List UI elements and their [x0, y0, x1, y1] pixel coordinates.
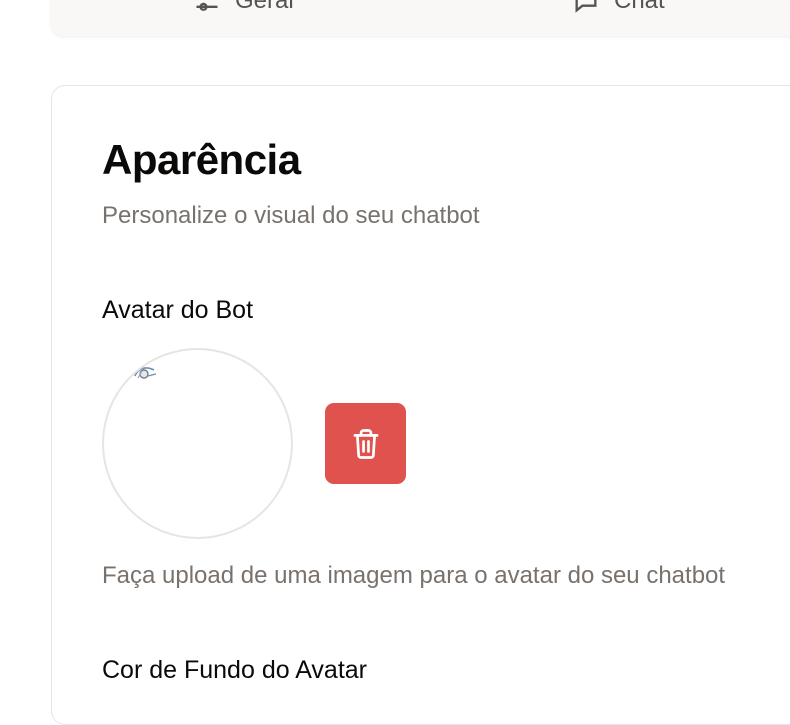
section-subtitle: Personalize o visual do seu chatbot	[102, 202, 480, 229]
chat-bubble-icon	[575, 0, 597, 13]
avatar-help-text: Faça upload de uma imagem para o avatar …	[102, 562, 726, 589]
tab-geral[interactable]: Geral	[193, 0, 294, 16]
settings-sliders-icon	[196, 2, 218, 11]
tab-chat-label: Chat	[614, 0, 665, 14]
trash-icon	[353, 428, 378, 459]
delete-avatar-button[interactable]	[325, 403, 406, 484]
appearance-card: Aparência Personalize o visual do seu ch…	[51, 85, 790, 725]
broken-image-icon	[134, 367, 157, 379]
tab-chat[interactable]: Chat	[572, 0, 665, 16]
section-title: Aparência	[102, 136, 301, 183]
avatar-preview[interactable]	[102, 348, 293, 539]
avatar-bg-color-label: Cor de Fundo do Avatar	[102, 656, 367, 684]
avatar-label: Avatar do Bot	[102, 296, 254, 324]
tabs-bar: Geral Chat	[51, 0, 790, 36]
tab-geral-label: Geral	[235, 0, 294, 14]
